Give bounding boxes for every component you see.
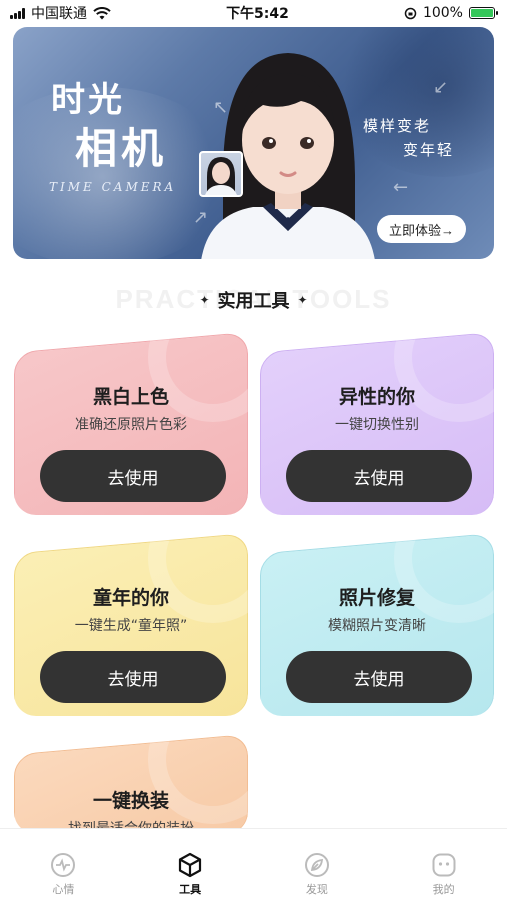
status-bar: 中国联通 下午5:42 100%	[0, 0, 507, 26]
card-title: 童年的你	[92, 587, 169, 609]
card-title: 异性的你	[338, 386, 415, 408]
leaf-icon	[304, 853, 329, 877]
heart-wave-icon	[51, 853, 76, 877]
tab-label: 工具	[179, 883, 202, 896]
arrow-decoration-icon: ←	[393, 177, 409, 198]
card-title: 一键换装	[92, 790, 169, 812]
arrow-decoration-icon: ↙	[433, 77, 449, 98]
tool-card-colorize[interactable]: 黑白上色 准确还原照片色彩 去使用	[14, 332, 248, 515]
tool-card-photo-repair[interactable]: 照片修复 模糊照片变清晰 去使用	[260, 533, 494, 716]
card-subtitle: 一键生成“童年照”	[74, 618, 188, 634]
use-button[interactable]: 去使用	[286, 450, 472, 502]
sparkle-icon: ✦	[297, 293, 308, 307]
banner-title-en: TIME CAMERA	[49, 180, 177, 194]
sparkle-icon: ✦	[199, 293, 210, 307]
banner-title-line2: 相机	[75, 124, 168, 173]
card-subtitle: 准确还原照片色彩	[75, 417, 187, 433]
tab-label: 心情	[52, 883, 75, 896]
orientation-lock-icon	[404, 7, 417, 19]
time-camera-banner[interactable]: ↖ ↗ ← ↙ 时光 相机 TIME CAMERA 模样变老 变年轻 立即体验→	[13, 27, 494, 259]
banner-slogan-line1: 模样变老	[363, 117, 432, 135]
tab-tools[interactable]: 工具	[150, 851, 230, 897]
section-title-text: 实用工具	[217, 291, 290, 312]
original-photo-thumbnail	[199, 151, 243, 197]
cube-icon	[179, 852, 202, 878]
tool-card-childhood[interactable]: 童年的你 一键生成“童年照” 去使用	[14, 533, 248, 716]
tab-label: 我的	[432, 883, 455, 896]
card-subtitle: 模糊照片变清晰	[328, 618, 426, 634]
tool-card-gender-swap[interactable]: 异性的你 一键切换性别 去使用	[260, 332, 494, 515]
tab-label: 发现	[305, 883, 328, 896]
girl-portrait-image	[201, 53, 375, 259]
use-button[interactable]: 去使用	[286, 651, 472, 703]
tab-profile[interactable]: 我的	[404, 851, 484, 897]
section-title: ✦ 实用工具 ✦	[0, 287, 507, 313]
card-title: 照片修复	[338, 587, 415, 609]
card-title: 黑白上色	[92, 386, 169, 408]
tab-discover[interactable]: 发现	[277, 851, 357, 897]
battery-percent: 100%	[422, 5, 463, 21]
tool-card-outfit-change[interactable]: 一键换装 找到最适合你的装扮	[14, 734, 248, 834]
clock: 下午5:42	[226, 6, 289, 22]
tab-mood[interactable]: 心情	[23, 851, 103, 897]
banner-title-line1: 时光	[51, 80, 125, 120]
card-subtitle: 一键切换性别	[335, 417, 419, 433]
bottom-tab-bar: 心情 工具 发现 我的	[0, 828, 507, 900]
use-button[interactable]: 去使用	[40, 450, 226, 502]
face-icon	[432, 853, 456, 877]
signal-icon	[10, 7, 25, 19]
banner-slogan-line2: 变年轻	[403, 141, 455, 159]
try-now-button[interactable]: 立即体验→	[377, 215, 467, 243]
use-button[interactable]: 去使用	[40, 651, 226, 703]
wifi-icon	[93, 6, 111, 19]
battery-icon	[468, 7, 498, 19]
carrier-label: 中国联通	[31, 6, 87, 22]
